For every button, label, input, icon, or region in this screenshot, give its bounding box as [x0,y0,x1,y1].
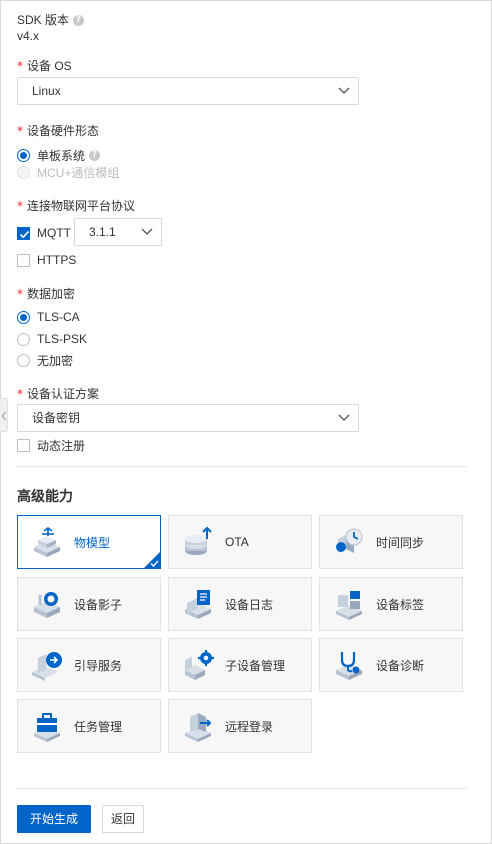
feature-card-label: 物模型 [74,535,111,550]
encryption-option-none[interactable]: 无加密 [17,352,73,368]
device-os-select[interactable]: Linux [17,77,359,105]
sdk-version-label: SDK 版本? [17,11,85,28]
auth-label-text: 设备认证方案 [27,387,100,401]
check-icon [150,560,159,567]
hardware-option-label: MCU+通信模组 [37,165,120,180]
device-os-label: * 设备 OS [17,59,72,73]
auth-method-value: 设备密钥 [32,411,81,425]
diagnosis-icon [336,652,362,680]
job-icon [34,713,60,742]
device-log-icon [185,590,211,619]
radio-checked[interactable] [17,310,30,324]
feature-card-label: 设备日志 [225,597,274,612]
encryption-option-label: TLS-CA [37,310,80,324]
hardware-label-text: 设备硬件形态 [27,124,100,138]
feature-card-label: 远程登录 [225,719,274,734]
mqtt-label: MQTT [37,226,71,240]
feature-card-label: 设备诊断 [376,658,425,673]
encryption-option-tls-ca[interactable]: TLS-CA [17,309,80,325]
device-shadow-icon [34,592,60,618]
checkbox-unchecked[interactable] [17,438,30,452]
sdk-version-label-text: SDK 版本 [17,13,70,27]
divider [17,466,467,467]
ota-icon [185,526,212,555]
panel-collapse-handle[interactable] [0,398,8,432]
time-sync-icon [336,528,363,553]
encryption-option-label: TLS-PSK [37,332,88,346]
feature-card-label: 时间同步 [376,535,425,550]
divider [17,788,467,789]
encryption-label: * 数据加密 [17,287,76,301]
feature-card-time-sync[interactable]: 时间同步 [319,515,463,569]
chevron-down-icon [141,228,153,235]
chevron-left-icon [1,411,6,421]
feature-card-device-tag[interactable]: 设备标签 [319,577,463,631]
back-button[interactable]: 返回 [102,805,144,833]
feature-card-label: 引导服务 [74,658,123,673]
auth-method-select[interactable]: 设备密钥 [17,404,359,432]
feature-card-device-shadow[interactable]: 设备影子 [17,577,161,631]
hardware-label: * 设备硬件形态 [17,124,100,138]
feature-card-ota[interactable]: OTA [168,515,312,569]
protocol-https-checkbox-row[interactable]: HTTPS [17,252,76,268]
device-tag-icon [336,591,362,620]
protocol-label-text: 连接物联网平台协议 [27,199,136,213]
hardware-option-mcu: MCU+通信模组 [17,164,119,180]
encryption-option-tls-psk[interactable]: TLS-PSK [17,331,87,347]
feature-card-remote-login[interactable]: 远程登录 [168,699,312,753]
remote-login-icon [185,713,212,742]
check-icon [19,230,30,238]
advanced-title: 高级能力 [17,488,73,504]
subdevice-icon [185,650,214,680]
bootstrap-icon [32,652,62,681]
checkbox-unchecked[interactable] [17,253,30,267]
help-icon[interactable]: ? [73,15,85,27]
sdk-version-value: v4.x [17,29,40,43]
generate-button[interactable]: 开始生成 [17,805,91,833]
feature-card-label: 子设备管理 [225,658,286,673]
dynamic-register-checkbox-row[interactable]: 动态注册 [17,437,85,453]
feature-card-label: 设备影子 [74,597,123,612]
dynamic-register-label: 动态注册 [37,438,86,453]
feature-card-diagnosis[interactable]: 设备诊断 [319,638,463,692]
feature-card-label: OTA [225,535,249,549]
hardware-option-single-board[interactable]: 单板系统 ? [17,147,101,163]
encryption-label-text: 数据加密 [27,287,76,301]
https-label: HTTPS [37,253,77,267]
feature-card-job[interactable]: 任务管理 [17,699,161,753]
protocol-mqtt-checkbox-row[interactable]: MQTT [17,225,71,241]
radio-checked[interactable] [17,148,30,162]
hardware-option-label: 单板系统 [37,148,86,163]
thing-model-icon [34,527,60,557]
device-os-value: Linux [32,84,61,98]
chevron-down-icon [338,87,350,94]
feature-card-thing-model[interactable]: 物模型 [17,515,161,569]
radio-unchecked[interactable] [17,353,30,367]
protocol-label: * 连接物联网平台协议 [17,199,136,213]
device-os-label-text: 设备 OS [27,59,72,73]
feature-card-bootstrap[interactable]: 引导服务 [17,638,161,692]
mqtt-version-select[interactable]: 3.1.1 [74,218,162,246]
feature-card-label: 设备标签 [376,597,425,612]
checkbox-checked[interactable] [17,226,30,240]
mqtt-version-value: 3.1.1 [89,225,116,239]
encryption-option-label: 无加密 [37,353,74,368]
radio-disabled [17,165,30,179]
help-icon[interactable]: ? [89,149,101,161]
auth-label: * 设备认证方案 [17,387,100,401]
radio-unchecked[interactable] [17,332,30,346]
chevron-down-icon [338,414,350,421]
feature-card-device-log[interactable]: 设备日志 [168,577,312,631]
feature-card-label: 任务管理 [74,719,123,734]
feature-card-subdevice[interactable]: 子设备管理 [168,638,312,692]
